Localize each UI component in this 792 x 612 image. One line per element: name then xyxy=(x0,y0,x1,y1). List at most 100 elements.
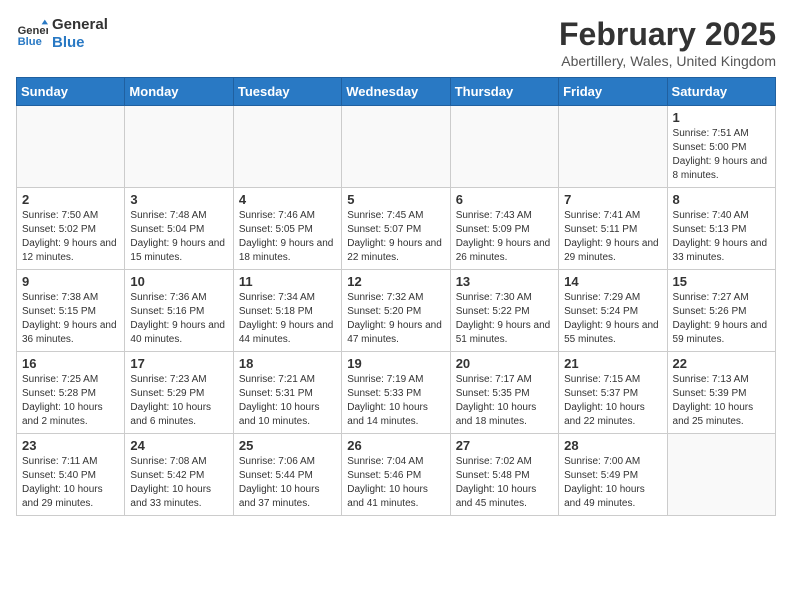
day-number: 20 xyxy=(456,356,553,371)
day-number: 9 xyxy=(22,274,119,289)
calendar-day-cell xyxy=(667,434,775,516)
calendar-week-row: 2Sunrise: 7:50 AM Sunset: 5:02 PM Daylig… xyxy=(17,188,776,270)
day-info: Sunrise: 7:08 AM Sunset: 5:42 PM Dayligh… xyxy=(130,455,227,511)
day-info: Sunrise: 7:00 AM Sunset: 5:49 PM Dayligh… xyxy=(564,455,661,511)
day-number: 24 xyxy=(130,438,227,453)
day-number: 4 xyxy=(239,192,336,207)
day-info: Sunrise: 7:19 AM Sunset: 5:33 PM Dayligh… xyxy=(347,373,444,429)
calendar-week-row: 23 Sunrise: 7:11 AM Sunset: 5:40 PM Dayli… xyxy=(17,434,776,516)
day-number: 28 xyxy=(564,438,661,453)
day-number: 7 xyxy=(564,192,661,207)
calendar-day-cell: 24 Sunrise: 7:08 AM Sunset: 5:42 PM Dayli… xyxy=(125,434,233,516)
calendar-day-cell: 4Sunrise: 7:46 AM Sunset: 5:05 PM Daylig… xyxy=(233,188,341,270)
day-info: Sunrise: 7:45 AM Sunset: 5:07 PM Dayligh… xyxy=(347,209,444,265)
subtitle: Abertillery, Wales, United Kingdom xyxy=(559,53,776,69)
calendar-day-cell: 17 Sunrise: 7:23 AM Sunset: 5:29 PM Dayli… xyxy=(125,352,233,434)
day-number: 13 xyxy=(456,274,553,289)
day-info: Sunrise: 7:25 AM Sunset: 5:28 PM Dayligh… xyxy=(22,373,119,429)
calendar-day-cell: 15 Sunrise: 7:27 AM Sunset: 5:26 PM Dayli… xyxy=(667,270,775,352)
main-title: February 2025 xyxy=(559,16,776,53)
day-info: Sunrise: 7:27 AM Sunset: 5:26 PM Dayligh… xyxy=(673,291,770,347)
day-info: Sunrise: 7:13 AM Sunset: 5:39 PM Dayligh… xyxy=(673,373,770,429)
day-info: Sunrise: 7:43 AM Sunset: 5:09 PM Dayligh… xyxy=(456,209,553,265)
day-info: Sunrise: 7:50 AM Sunset: 5:02 PM Dayligh… xyxy=(22,209,119,265)
calendar-day-cell xyxy=(233,106,341,188)
weekday-header: Monday xyxy=(125,78,233,106)
day-info: Sunrise: 7:06 AM Sunset: 5:44 PM Dayligh… xyxy=(239,455,336,511)
title-block: February 2025 Abertillery, Wales, United… xyxy=(559,16,776,69)
day-info: Sunrise: 7:11 AM Sunset: 5:40 PM Dayligh… xyxy=(22,455,119,511)
day-info: Sunrise: 7:34 AM Sunset: 5:18 PM Dayligh… xyxy=(239,291,336,347)
day-info: Sunrise: 7:17 AM Sunset: 5:35 PM Dayligh… xyxy=(456,373,553,429)
weekday-header: Saturday xyxy=(667,78,775,106)
calendar-week-row: 16 Sunrise: 7:25 AM Sunset: 5:28 PM Dayli… xyxy=(17,352,776,434)
calendar-day-cell: 7 Sunrise: 7:41 AM Sunset: 5:11 PM Daylig… xyxy=(559,188,667,270)
calendar-day-cell: 21Sunrise: 7:15 AM Sunset: 5:37 PM Dayli… xyxy=(559,352,667,434)
calendar-day-cell: 18 Sunrise: 7:21 AM Sunset: 5:31 PM Dayli… xyxy=(233,352,341,434)
weekday-header: Friday xyxy=(559,78,667,106)
day-number: 18 xyxy=(239,356,336,371)
day-info: Sunrise: 7:36 AM Sunset: 5:16 PM Dayligh… xyxy=(130,291,227,347)
day-info: Sunrise: 7:30 AM Sunset: 5:22 PM Dayligh… xyxy=(456,291,553,347)
day-info: Sunrise: 7:48 AM Sunset: 5:04 PM Dayligh… xyxy=(130,209,227,265)
calendar-day-cell: 27Sunrise: 7:02 AM Sunset: 5:48 PM Dayli… xyxy=(450,434,558,516)
calendar-day-cell: 6Sunrise: 7:43 AM Sunset: 5:09 PM Daylig… xyxy=(450,188,558,270)
day-info: Sunrise: 7:15 AM Sunset: 5:37 PM Dayligh… xyxy=(564,373,661,429)
day-info: Sunrise: 7:51 AM Sunset: 5:00 PM Dayligh… xyxy=(673,127,770,183)
calendar-day-cell: 20 Sunrise: 7:17 AM Sunset: 5:35 PM Dayli… xyxy=(450,352,558,434)
calendar-header: SundayMondayTuesdayWednesdayThursdayFrid… xyxy=(17,78,776,106)
weekday-header: Sunday xyxy=(17,78,125,106)
calendar-day-cell: 3 Sunrise: 7:48 AM Sunset: 5:04 PM Daylig… xyxy=(125,188,233,270)
calendar-day-cell xyxy=(125,106,233,188)
logo-line2: Blue xyxy=(52,34,108,52)
day-number: 14 xyxy=(564,274,661,289)
calendar-day-cell: 28 Sunrise: 7:00 AM Sunset: 5:49 PM Dayli… xyxy=(559,434,667,516)
calendar-day-cell: 14 Sunrise: 7:29 AM Sunset: 5:24 PM Dayli… xyxy=(559,270,667,352)
day-number: 23 xyxy=(22,438,119,453)
calendar-day-cell: 2Sunrise: 7:50 AM Sunset: 5:02 PM Daylig… xyxy=(17,188,125,270)
day-info: Sunrise: 7:21 AM Sunset: 5:31 PM Dayligh… xyxy=(239,373,336,429)
calendar-day-cell: 26Sunrise: 7:04 AM Sunset: 5:46 PM Dayli… xyxy=(342,434,450,516)
weekday-header: Thursday xyxy=(450,78,558,106)
logo: General Blue General Blue xyxy=(16,16,108,52)
calendar-day-cell: 10 Sunrise: 7:36 AM Sunset: 5:16 PM Dayli… xyxy=(125,270,233,352)
day-number: 17 xyxy=(130,356,227,371)
calendar-day-cell: 13 Sunrise: 7:30 AM Sunset: 5:22 PM Dayli… xyxy=(450,270,558,352)
logo-icon: General Blue xyxy=(16,18,48,50)
day-info: Sunrise: 7:41 AM Sunset: 5:11 PM Dayligh… xyxy=(564,209,661,265)
page-header: General Blue General Blue February 2025 … xyxy=(16,16,776,69)
calendar-day-cell: 16 Sunrise: 7:25 AM Sunset: 5:28 PM Dayli… xyxy=(17,352,125,434)
svg-text:Blue: Blue xyxy=(18,36,42,48)
day-number: 26 xyxy=(347,438,444,453)
calendar-day-cell xyxy=(450,106,558,188)
day-number: 11 xyxy=(239,274,336,289)
calendar-day-cell: 11 Sunrise: 7:34 AM Sunset: 5:18 PM Dayli… xyxy=(233,270,341,352)
logo-line1: General xyxy=(52,16,108,34)
calendar-table: SundayMondayTuesdayWednesdayThursdayFrid… xyxy=(16,77,776,516)
day-number: 10 xyxy=(130,274,227,289)
day-number: 5 xyxy=(347,192,444,207)
calendar-day-cell: 22Sunrise: 7:13 AM Sunset: 5:39 PM Dayli… xyxy=(667,352,775,434)
day-number: 1 xyxy=(673,110,770,125)
calendar-day-cell: 9 Sunrise: 7:38 AM Sunset: 5:15 PM Daylig… xyxy=(17,270,125,352)
day-info: Sunrise: 7:38 AM Sunset: 5:15 PM Dayligh… xyxy=(22,291,119,347)
day-number: 19 xyxy=(347,356,444,371)
day-number: 16 xyxy=(22,356,119,371)
day-number: 25 xyxy=(239,438,336,453)
day-number: 27 xyxy=(456,438,553,453)
calendar-day-cell xyxy=(342,106,450,188)
calendar-day-cell xyxy=(17,106,125,188)
calendar-day-cell: 1 Sunrise: 7:51 AM Sunset: 5:00 PM Daylig… xyxy=(667,106,775,188)
calendar-day-cell: 25 Sunrise: 7:06 AM Sunset: 5:44 PM Dayli… xyxy=(233,434,341,516)
day-info: Sunrise: 7:40 AM Sunset: 5:13 PM Dayligh… xyxy=(673,209,770,265)
day-number: 3 xyxy=(130,192,227,207)
day-info: Sunrise: 7:29 AM Sunset: 5:24 PM Dayligh… xyxy=(564,291,661,347)
calendar-week-row: 9 Sunrise: 7:38 AM Sunset: 5:15 PM Daylig… xyxy=(17,270,776,352)
day-info: Sunrise: 7:32 AM Sunset: 5:20 PM Dayligh… xyxy=(347,291,444,347)
calendar-day-cell xyxy=(559,106,667,188)
day-info: Sunrise: 7:23 AM Sunset: 5:29 PM Dayligh… xyxy=(130,373,227,429)
day-number: 12 xyxy=(347,274,444,289)
calendar-day-cell: 5 Sunrise: 7:45 AM Sunset: 5:07 PM Daylig… xyxy=(342,188,450,270)
calendar-week-row: 1 Sunrise: 7:51 AM Sunset: 5:00 PM Daylig… xyxy=(17,106,776,188)
day-number: 15 xyxy=(673,274,770,289)
